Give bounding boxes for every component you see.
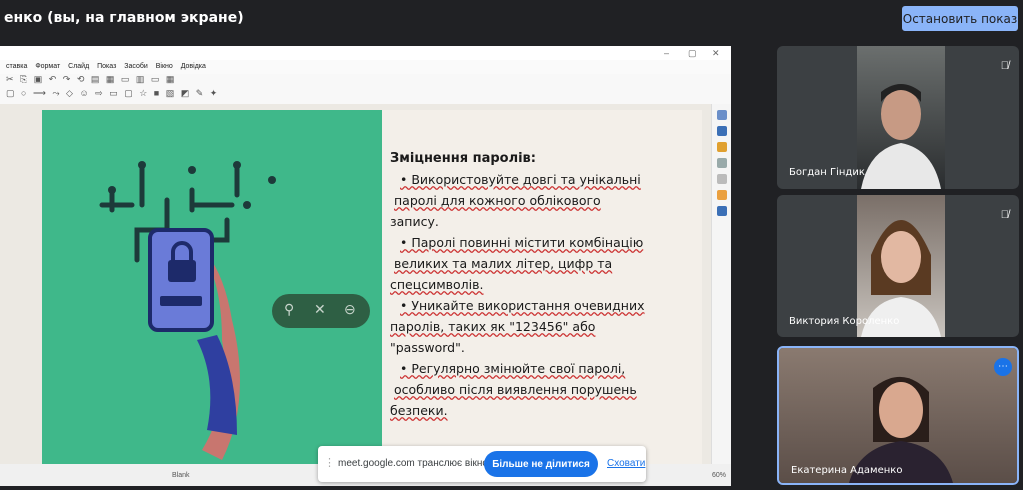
- hide-link[interactable]: Сховати: [607, 458, 645, 469]
- menu-tools[interactable]: Засоби: [124, 63, 148, 70]
- slide-line: запису.: [390, 214, 439, 229]
- participant-name: Екатерина Адаменко: [791, 465, 903, 476]
- menu-slide[interactable]: Слайд: [68, 63, 89, 70]
- participant-video: [857, 46, 945, 189]
- tile-overlay-controls: ⚲ ✕ ⊖: [272, 294, 370, 328]
- more-options-icon[interactable]: ⋯: [994, 358, 1012, 376]
- person-silhouette: [849, 376, 953, 483]
- animation-icon[interactable]: [716, 174, 727, 184]
- slide-line: • Паролі повинні містити комбінацію: [400, 235, 644, 250]
- security-illustration: [42, 110, 382, 464]
- styles-icon[interactable]: [716, 126, 727, 136]
- maximize-icon[interactable]: ▢: [688, 48, 697, 59]
- person-silhouette: [861, 84, 941, 189]
- master-slides-icon[interactable]: [716, 206, 727, 216]
- slide-line: великих та малих літер, цифр та: [394, 256, 613, 271]
- menu-bar: ставка Формат Слайд Показ Засоби Вікно Д…: [0, 60, 731, 74]
- slide-layout-name: Blank: [172, 472, 190, 479]
- gallery-icon[interactable]: [716, 142, 727, 152]
- sidebar-deck: [711, 104, 731, 464]
- slide-text: Зміцнення паролів: • Використовуйте довг…: [390, 148, 690, 421]
- slide-line: • Використовуйте довгі та унікальні: [400, 172, 641, 187]
- menu-show[interactable]: Показ: [97, 63, 116, 70]
- slide-canvas: Зміцнення паролів: • Використовуйте довг…: [0, 104, 711, 464]
- zoom-level[interactable]: 60%: [712, 472, 726, 479]
- navigator-icon[interactable]: [716, 158, 727, 168]
- slide-line: • Уникайте використання очевидних: [400, 298, 645, 313]
- presenter-title: енко (вы, на главном экране): [4, 10, 244, 26]
- sharing-message: meet.google.com транслює вікно.: [338, 458, 491, 469]
- sharing-notification-bar: ⋮ meet.google.com транслює вікно. Більше…: [318, 446, 646, 482]
- slide-heading: Зміцнення паролів:: [390, 151, 536, 166]
- mic-off-icon: 🎙̸: [1000, 209, 1009, 221]
- mute-icon[interactable]: ✕: [314, 301, 326, 318]
- menu-format[interactable]: Формат: [35, 63, 60, 70]
- participant-video: [779, 348, 1017, 483]
- slide-line: особливо після виявлення порушень: [394, 382, 637, 397]
- minimize-icon[interactable]: –: [664, 48, 669, 58]
- slide-line: • Регулярно змінюйте свої паролі,: [400, 361, 626, 376]
- menu-insert[interactable]: ставка: [6, 63, 27, 70]
- transition-icon[interactable]: [716, 190, 727, 200]
- shared-window: – ▢ ✕ ставка Формат Слайд Показ Засоби В…: [0, 46, 731, 486]
- slide-line: паролів, таких як "123456" або: [390, 319, 596, 334]
- mic-off-icon: 🎙̸: [1000, 60, 1009, 72]
- menu-help[interactable]: Довідка: [181, 63, 206, 70]
- stop-sharing-button[interactable]: Більше не ділитися: [484, 451, 598, 477]
- menu-window[interactable]: Вікно: [156, 63, 173, 70]
- slide-line: "password".: [390, 340, 465, 355]
- stop-presenting-button[interactable]: Остановить показ: [902, 6, 1018, 31]
- participant-tile[interactable]: Виктория Короленко 🎙̸: [777, 195, 1019, 337]
- close-icon[interactable]: ✕: [712, 48, 720, 59]
- slide-line: безпеки.: [390, 403, 448, 418]
- phone-lock-illustration: [99, 161, 276, 460]
- meet-top-bar: енко (вы, на главном экране) Остановить …: [0, 0, 1023, 36]
- participant-name: Богдан Гіндик: [789, 167, 865, 178]
- remove-icon[interactable]: ⊖: [344, 301, 356, 318]
- slide: Зміцнення паролів: • Використовуйте довг…: [42, 110, 702, 464]
- drag-handle-icon[interactable]: ⋮: [324, 456, 335, 469]
- slide-line: паролі для кожного облікового: [394, 193, 601, 208]
- slide-line: спецсимволів.: [390, 277, 484, 292]
- participant-name: Виктория Короленко: [789, 316, 900, 327]
- drawing-toolbar[interactable]: ▢ ○ ⟶ ⤳ ◇ ☺ ⇨ ▭ ▢ ☆ ■ ▧ ◩ ✎ ✦: [6, 88, 566, 102]
- properties-icon[interactable]: [716, 110, 727, 120]
- participant-tile[interactable]: Богдан Гіндик 🎙̸: [777, 46, 1019, 189]
- window-titlebar: – ▢ ✕: [0, 46, 731, 60]
- standard-toolbar[interactable]: ✂ ⎘ ▣ ↶ ↷ ⟲ ▤ ▦ ▭ ▥ ▭ ▦: [6, 74, 566, 88]
- unpin-icon[interactable]: ⚲: [284, 301, 294, 318]
- participant-tile-self[interactable]: ⋯ Екатерина Адаменко: [777, 346, 1019, 485]
